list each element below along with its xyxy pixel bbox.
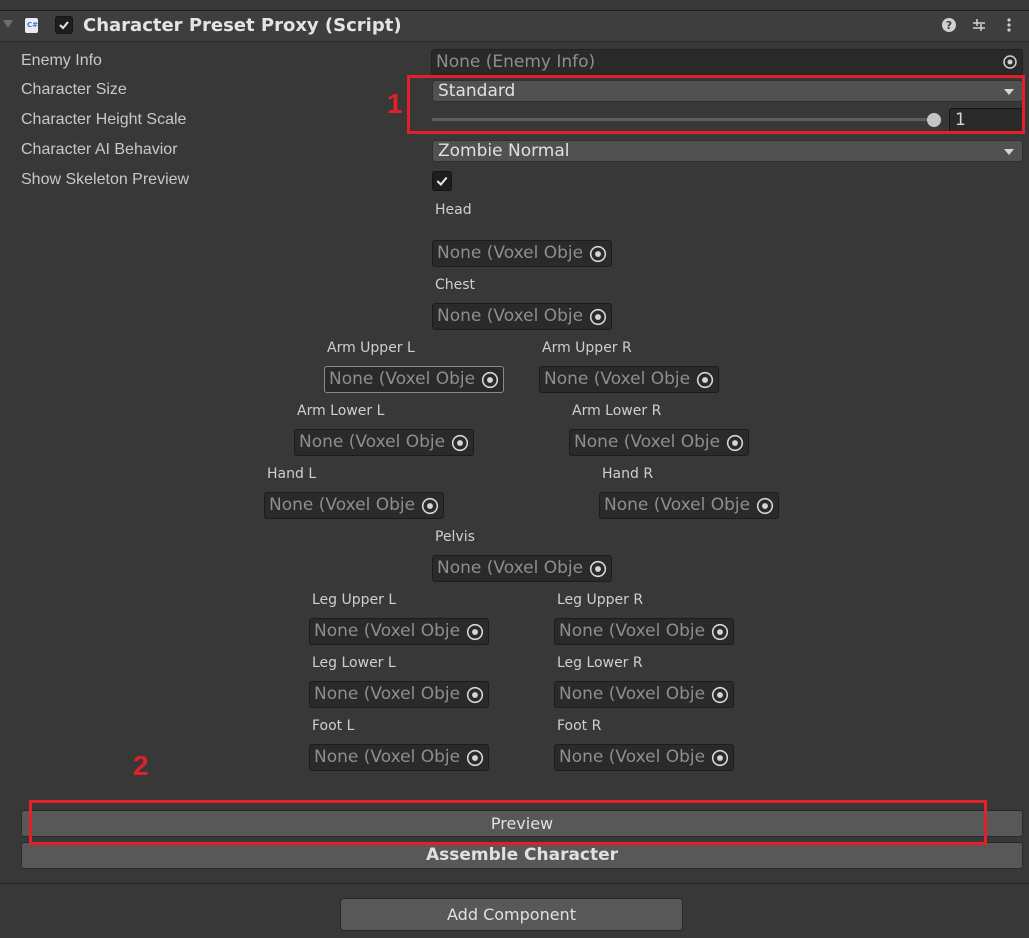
slot-value: None (Voxel Obje	[544, 369, 691, 389]
slot-value: None (Voxel Obje	[329, 369, 476, 389]
divider	[0, 883, 1029, 884]
component-header[interactable]: C# Character Preset Proxy (Script) ?	[0, 10, 1029, 42]
slot-value: None (Voxel Obje	[559, 621, 706, 641]
slot-label-pelvis: Pelvis	[435, 529, 475, 545]
slot-value: None (Voxel Obje	[437, 306, 584, 326]
annotation-box-1	[407, 75, 1025, 134]
slot-field-arm-upper-r[interactable]: None (Voxel Obje	[539, 366, 719, 393]
object-picker-icon[interactable]	[462, 682, 488, 707]
character-ai-behavior-label: Character AI Behavior	[21, 141, 178, 158]
slot-value: None (Voxel Obje	[574, 432, 721, 452]
slot-label-leg-upper-l: Leg Upper L	[312, 592, 397, 608]
character-size-label: Character Size	[21, 81, 127, 98]
show-skeleton-preview-checkbox[interactable]	[432, 171, 452, 191]
slot-value: None (Voxel Obje	[437, 243, 584, 263]
slot-field-head[interactable]: None (Voxel Obje	[432, 240, 612, 267]
character-ai-behavior-value: Zombie Normal	[438, 141, 570, 161]
annotation-number-2: 2	[133, 750, 149, 781]
kebab-menu-icon[interactable]	[1002, 17, 1016, 35]
component-enabled-checkbox[interactable]	[55, 16, 73, 34]
annotation-box-2	[29, 800, 987, 845]
slot-value: None (Voxel Obje	[314, 684, 461, 704]
assemble-character-button[interactable]: Assemble Character	[21, 842, 1023, 869]
slot-field-arm-lower-r[interactable]: None (Voxel Obje	[569, 429, 749, 456]
slot-field-foot-r[interactable]: None (Voxel Obje	[554, 744, 734, 771]
add-component-button[interactable]: Add Component	[340, 898, 683, 931]
annotation-number-1: 1	[387, 88, 403, 119]
slot-label-arm-lower-r: Arm Lower R	[572, 403, 662, 419]
object-picker-icon[interactable]	[477, 367, 503, 392]
slot-field-foot-l[interactable]: None (Voxel Obje	[309, 744, 489, 771]
slot-label-hand-l: Hand L	[267, 466, 317, 482]
dropdown-arrow-icon	[1004, 149, 1014, 155]
slot-value: None (Voxel Obje	[604, 495, 751, 515]
slot-field-leg-lower-r[interactable]: None (Voxel Obje	[554, 681, 734, 708]
slot-value: None (Voxel Obje	[314, 747, 461, 767]
slot-field-pelvis[interactable]: None (Voxel Obje	[432, 555, 612, 582]
slot-field-leg-upper-r[interactable]: None (Voxel Obje	[554, 618, 734, 645]
slot-label-chest: Chest	[435, 277, 476, 293]
slot-value: None (Voxel Obje	[559, 747, 706, 767]
enemy-info-field[interactable]: None (Enemy Info)	[431, 49, 1023, 75]
slot-label-hand-r: Hand R	[602, 466, 654, 482]
script-icon: C#	[25, 18, 38, 33]
show-skeleton-preview-label: Show Skeleton Preview	[21, 171, 190, 188]
object-picker-icon[interactable]	[462, 745, 488, 770]
slot-label-foot-l: Foot L	[312, 718, 355, 734]
slot-label-leg-lower-r: Leg Lower R	[557, 655, 643, 671]
object-picker-icon[interactable]	[752, 493, 778, 518]
help-icon[interactable]: ?	[940, 17, 958, 35]
object-picker-icon[interactable]	[1002, 54, 1018, 70]
object-picker-icon[interactable]	[692, 367, 718, 392]
checkmark-icon	[436, 176, 448, 187]
slot-field-hand-r[interactable]: None (Voxel Obje	[599, 492, 779, 519]
slot-value: None (Voxel Obje	[269, 495, 416, 515]
slot-value: None (Voxel Obje	[559, 684, 706, 704]
object-picker-icon[interactable]	[447, 430, 473, 455]
object-picker-icon[interactable]	[585, 304, 611, 329]
presets-icon[interactable]	[970, 17, 988, 35]
slot-label-arm-lower-l: Arm Lower L	[297, 403, 385, 419]
slot-field-leg-upper-l[interactable]: None (Voxel Obje	[309, 618, 489, 645]
slot-label-head: Head	[435, 202, 472, 218]
slot-value: None (Voxel Obje	[299, 432, 446, 452]
slot-label-leg-upper-r: Leg Upper R	[557, 592, 644, 608]
inspector-panel: C# Character Preset Proxy (Script) ? Ene…	[0, 0, 1029, 938]
object-picker-icon[interactable]	[417, 493, 443, 518]
slot-field-arm-lower-l[interactable]: None (Voxel Obje	[294, 429, 474, 456]
object-picker-icon[interactable]	[707, 745, 733, 770]
enemy-info-value: None (Enemy Info)	[436, 52, 596, 72]
slot-label-leg-lower-l: Leg Lower L	[312, 655, 396, 671]
object-picker-icon[interactable]	[585, 241, 611, 266]
object-picker-icon[interactable]	[462, 619, 488, 644]
slot-label-arm-upper-r: Arm Upper R	[542, 340, 632, 356]
slot-field-arm-upper-l[interactable]: None (Voxel Obje	[324, 366, 504, 393]
slot-value: None (Voxel Obje	[314, 621, 461, 641]
slot-label-arm-upper-l: Arm Upper L	[327, 340, 415, 356]
svg-text:?: ?	[946, 19, 952, 32]
component-title: Character Preset Proxy (Script)	[83, 15, 402, 36]
object-picker-icon[interactable]	[707, 682, 733, 707]
character-height-scale-label: Character Height Scale	[21, 111, 187, 128]
slot-label-foot-r: Foot R	[557, 718, 602, 734]
object-picker-icon[interactable]	[585, 556, 611, 581]
fold-arrow-icon[interactable]	[2, 17, 16, 33]
enemy-info-label: Enemy Info	[21, 52, 102, 69]
slot-field-hand-l[interactable]: None (Voxel Obje	[264, 492, 444, 519]
character-ai-behavior-dropdown[interactable]: Zombie Normal	[432, 140, 1023, 162]
object-picker-icon[interactable]	[722, 430, 748, 455]
slot-value: None (Voxel Obje	[437, 558, 584, 578]
object-picker-icon[interactable]	[707, 619, 733, 644]
slot-field-leg-lower-l[interactable]: None (Voxel Obje	[309, 681, 489, 708]
slot-field-chest[interactable]: None (Voxel Obje	[432, 303, 612, 330]
checkmark-icon	[59, 21, 69, 30]
